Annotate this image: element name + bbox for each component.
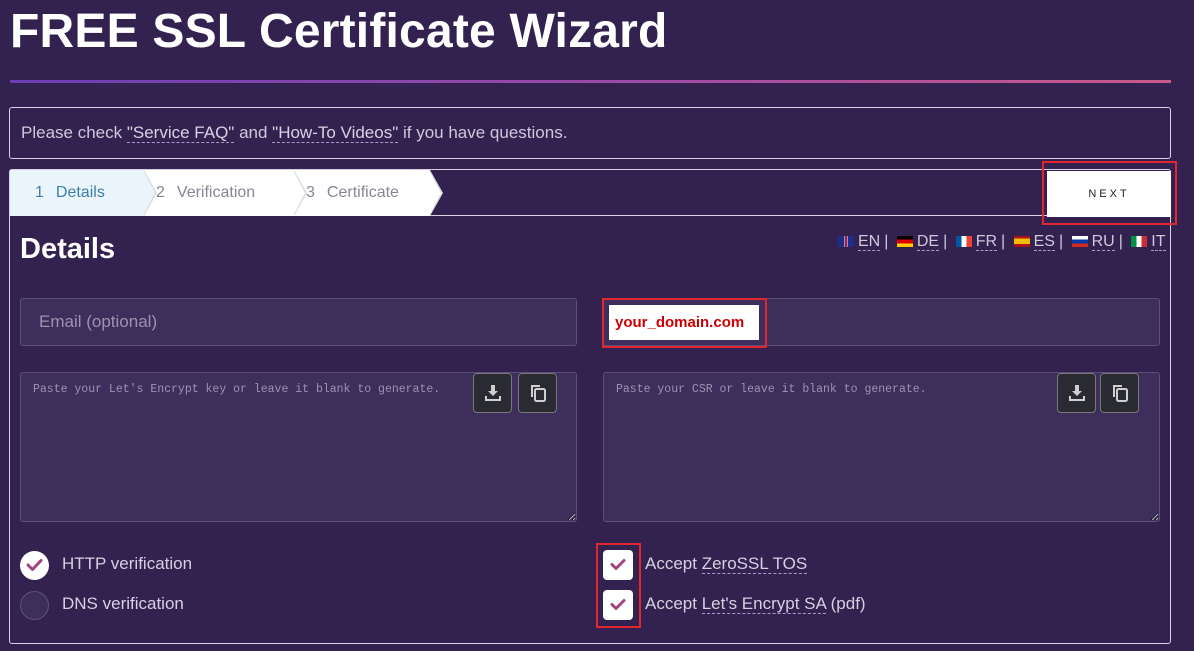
checkmark-icon	[610, 559, 626, 570]
letsencrypt-sa-link[interactable]: Let's Encrypt SA	[701, 594, 826, 614]
lang-fr[interactable]: FR	[975, 233, 998, 251]
russia-flag-icon	[1071, 236, 1088, 247]
checkmark-icon	[26, 559, 43, 571]
step-label: Details	[55, 184, 105, 201]
help-notice: Please check "Service FAQ" and "How-To V…	[9, 107, 1171, 159]
italy-flag-icon	[1131, 236, 1148, 247]
copy-key-button[interactable]	[518, 373, 557, 413]
step-certificate[interactable]: 3 Certificate	[294, 170, 430, 216]
copy-csr-button[interactable]	[1100, 373, 1139, 413]
france-flag-icon	[955, 236, 972, 247]
http-verification-radio[interactable]	[20, 551, 49, 580]
language-switcher: EN | DE | FR | ES | RU | IT	[838, 233, 1166, 251]
notice-middle: and	[234, 123, 273, 142]
step-number: 1	[35, 184, 44, 201]
download-key-button[interactable]	[473, 373, 512, 413]
copy-icon	[1113, 385, 1128, 402]
tos-prefix: Accept	[645, 554, 702, 573]
service-faq-link[interactable]: "Service FAQ"	[126, 123, 235, 143]
accept-tos-checkbox[interactable]	[603, 550, 633, 580]
step-tabs: 1 Details 2 Verification 3 Certificate	[10, 170, 1170, 216]
uk-flag-icon	[838, 236, 854, 247]
step-arrow	[143, 170, 155, 216]
step-verification[interactable]: 2 Verification	[144, 170, 294, 216]
separator: |	[943, 233, 948, 250]
copy-icon	[531, 385, 546, 402]
notice-prefix: Please check	[21, 123, 127, 142]
next-button-highlight: NEXT	[1042, 161, 1177, 225]
zerossl-tos-link[interactable]: ZeroSSL TOS	[701, 554, 808, 574]
domain-value[interactable]: your_domain.com	[609, 305, 759, 340]
title-divider	[10, 80, 1171, 83]
page-title: FREE SSL Certificate Wizard	[10, 5, 668, 58]
next-button[interactable]: NEXT	[1047, 171, 1171, 217]
lang-en[interactable]: EN	[858, 233, 881, 251]
step-details[interactable]: 1 Details	[10, 170, 144, 216]
checkmark-icon	[610, 599, 626, 610]
separator: |	[1118, 233, 1123, 250]
http-verification-label: HTTP verification	[62, 554, 193, 573]
germany-flag-icon	[896, 236, 913, 247]
lang-es[interactable]: ES	[1033, 233, 1055, 251]
notice-suffix: if you have questions.	[398, 123, 568, 142]
spain-flag-icon	[1013, 236, 1030, 247]
separator: |	[1058, 233, 1064, 250]
lang-it[interactable]: IT	[1151, 233, 1166, 251]
step-label: Verification	[176, 184, 256, 201]
download-icon	[1069, 385, 1085, 401]
download-csr-button[interactable]	[1057, 373, 1096, 413]
step-number: 3	[306, 184, 315, 201]
accept-le-sa-label: Accept Let's Encrypt SA (pdf)	[645, 594, 866, 614]
section-title: Details	[20, 233, 116, 265]
lang-de[interactable]: DE	[916, 233, 940, 251]
step-number: 2	[156, 184, 165, 201]
download-icon	[485, 385, 501, 401]
accept-tos-label: Accept ZeroSSL TOS	[645, 554, 808, 574]
step-arrow	[429, 170, 441, 216]
lang-ru[interactable]: RU	[1091, 233, 1115, 251]
email-field[interactable]	[20, 298, 577, 346]
separator: |	[884, 233, 889, 250]
dns-verification-radio[interactable]	[20, 591, 49, 620]
dns-verification-label: DNS verification	[62, 594, 184, 613]
step-label: Certificate	[326, 184, 399, 201]
separator: |	[1001, 233, 1006, 250]
step-arrow	[293, 170, 305, 216]
le-prefix: Accept	[645, 594, 702, 613]
le-suffix: (pdf)	[825, 594, 866, 613]
accept-le-sa-checkbox[interactable]	[603, 590, 633, 620]
how-to-videos-link[interactable]: "How-To Videos"	[272, 123, 399, 143]
